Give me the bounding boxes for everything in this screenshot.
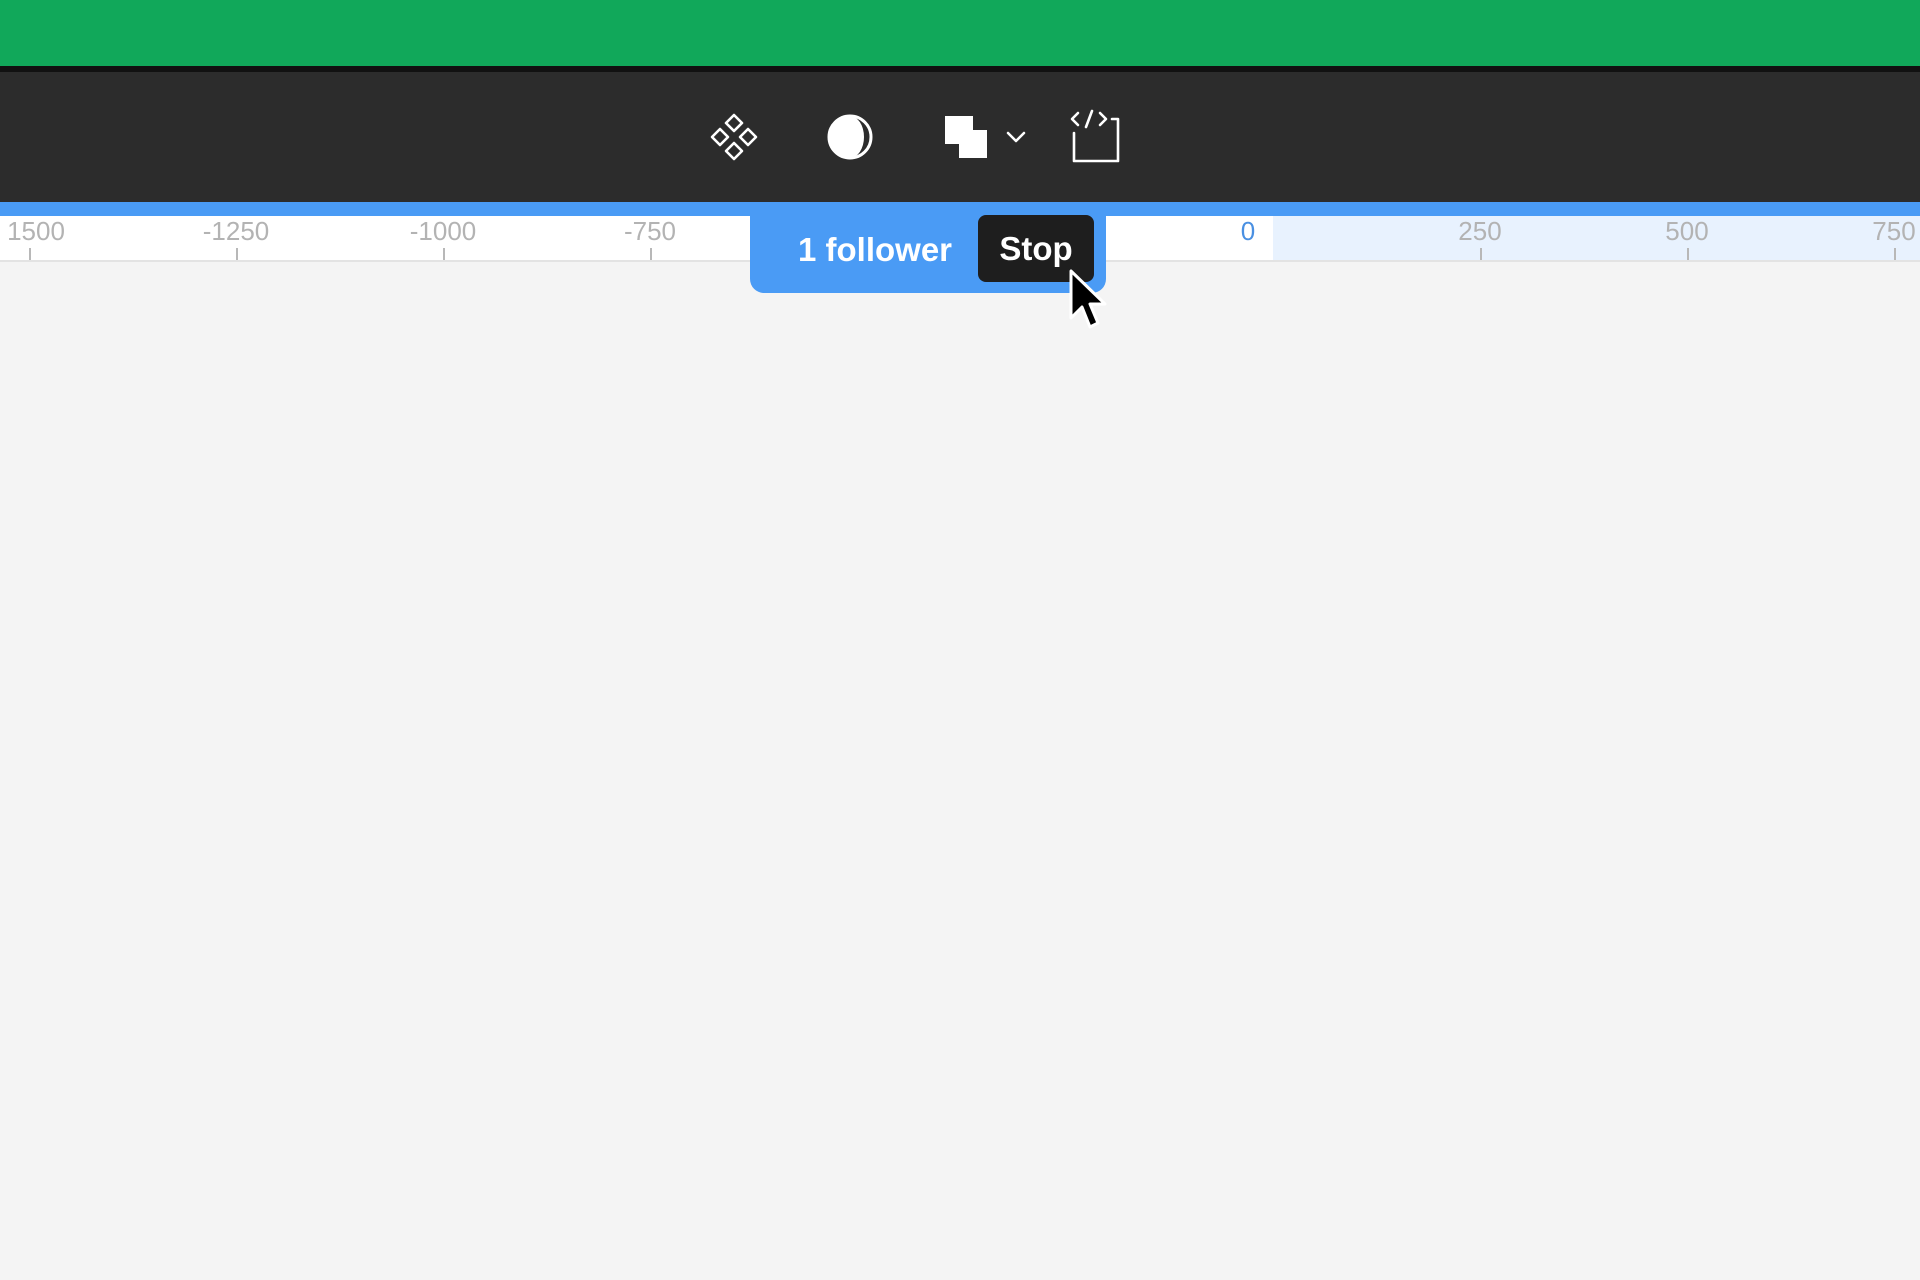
ruler-tick	[443, 248, 445, 260]
ruler-tick-label: 250	[1458, 216, 1502, 246]
ruler-tick	[29, 248, 31, 260]
ruler-tick	[1687, 248, 1689, 260]
components-icon	[708, 111, 760, 163]
chevron-down-icon[interactable]	[1005, 130, 1027, 144]
contrast-icon	[825, 112, 875, 162]
ruler-tick-label: 750	[1872, 216, 1916, 246]
design-toolbar	[0, 72, 1920, 202]
components-tool-button[interactable]	[704, 98, 764, 176]
ruler-tick-label: 1500	[7, 216, 65, 246]
ruler-tick	[236, 248, 238, 260]
mouse-pointer-icon	[1068, 268, 1110, 337]
dev-mode-icon	[1066, 109, 1126, 165]
top-status-strip	[0, 0, 1920, 66]
ruler-tick-label: 500	[1665, 216, 1709, 246]
boolean-shapes-icon	[941, 112, 991, 162]
ruler-tick	[650, 248, 652, 260]
ruler-origin-label: 0	[1240, 216, 1256, 246]
contrast-tool-button[interactable]	[820, 98, 880, 176]
ruler-tick-label: -1250	[202, 216, 270, 246]
ruler-tick	[1480, 248, 1482, 260]
dev-mode-button[interactable]	[1064, 98, 1128, 176]
follower-count-label: 1 follower	[798, 231, 953, 268]
ruler-tick-label: -750	[623, 216, 677, 246]
ruler-tick-label: -1000	[409, 216, 477, 246]
ruler-tick	[1894, 248, 1896, 260]
boolean-operations-button[interactable]	[936, 98, 1032, 176]
ruler-selection-range	[1273, 216, 1920, 260]
spotlight-follow-banner: 1 follower Stop	[750, 202, 1106, 293]
design-canvas[interactable]	[0, 262, 1920, 1280]
